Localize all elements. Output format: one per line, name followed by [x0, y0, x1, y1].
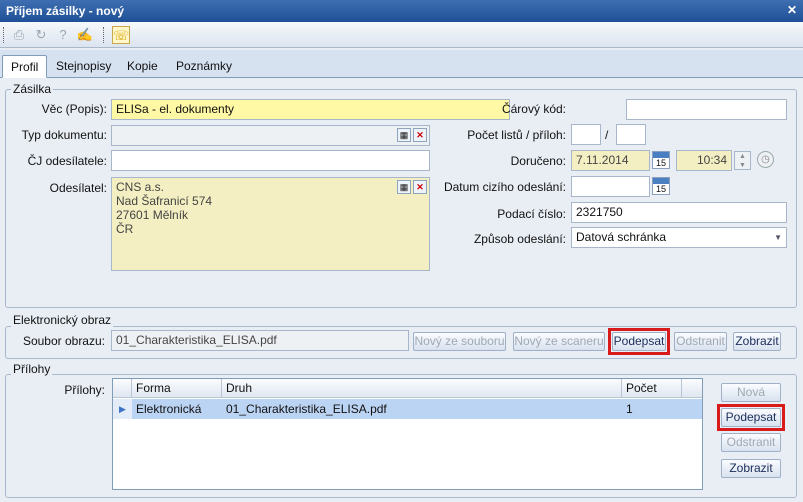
table-picker-icon[interactable]: ▦: [397, 128, 411, 142]
toolbar-separator: [103, 27, 105, 43]
odstranit-prilohu-button[interactable]: Odstranit: [721, 433, 781, 452]
help-icon[interactable]: ?: [54, 26, 72, 44]
datum-ciziho-odeslani-input[interactable]: [571, 176, 650, 197]
zobrazit-obraz-button[interactable]: Zobrazit: [733, 332, 781, 351]
novy-ze-scaneru-button[interactable]: Nový ze scaneru: [513, 332, 605, 351]
column-header-pocet[interactable]: Počet: [622, 379, 682, 398]
soubor-obrazu-input[interactable]: 01_Charakteristika_ELISA.pdf: [111, 330, 409, 351]
elektronicky-obraz-legend: Elektronický obraz: [11, 313, 114, 327]
time-spinner[interactable]: ▲ ▼: [734, 151, 751, 170]
tab-poznamky[interactable]: Poznámky: [168, 55, 240, 78]
odesilatel-box[interactable]: CNS a.s. Nad Šafranicí 574 27601 Mělník …: [111, 177, 430, 271]
toolbar-grip: [3, 27, 5, 43]
odesilatel-label: Odesílatel:: [49, 181, 107, 195]
window-titlebar: Příjem zásilky - nový ✕: [0, 0, 803, 22]
column-header-druh[interactable]: Druh: [222, 379, 622, 398]
odstranit-obraz-button[interactable]: Odstranit: [674, 332, 727, 351]
tab-stejnopisy[interactable]: Stejnopisy: [48, 55, 119, 78]
nova-priloha-button[interactable]: Nová: [721, 383, 781, 402]
doruceno-time-input[interactable]: 10:34: [676, 150, 732, 171]
typ-dokumentu-label: Typ dokumentu:: [21, 128, 107, 142]
carovy-kod-input[interactable]: [626, 99, 787, 120]
pocet-priloh-input[interactable]: [616, 124, 646, 145]
soubor-obrazu-label: Soubor obrazu:: [22, 334, 105, 348]
datum-ciziho-odeslani-label: Datum cizího odeslání:: [443, 180, 566, 194]
doruceno-label: Doručeno:: [510, 154, 566, 168]
cell-forma: Elektronická: [132, 399, 222, 419]
zpusob-odeslani-value: Datová schránka: [576, 230, 667, 244]
podepsat-obraz-button[interactable]: Podepsat: [612, 332, 666, 351]
prilohy-table[interactable]: Forma Druh Počet ▶ Elektronická 01_Chara…: [112, 378, 703, 490]
clock-icon[interactable]: ◷: [757, 151, 774, 168]
zobrazit-prilohu-button[interactable]: Zobrazit: [721, 459, 781, 478]
chevron-down-icon[interactable]: ▼: [774, 230, 782, 245]
odesilatel-line: ČR: [116, 222, 134, 236]
prilohy-legend: Přílohy: [11, 362, 53, 376]
print-icon[interactable]: ⎙: [10, 26, 28, 44]
pocet-listu-label: Počet listů / příloh:: [467, 128, 566, 142]
column-header-forma[interactable]: Forma: [132, 379, 222, 398]
prilohy-label: Přílohy:: [64, 383, 105, 397]
podepsat-prilohu-button[interactable]: Podepsat: [721, 408, 781, 427]
cell-filler: [682, 399, 702, 419]
pocet-separator: /: [605, 128, 609, 142]
clear-icon[interactable]: ✕: [413, 128, 427, 142]
odesilatel-line: CNS a.s.: [116, 180, 165, 194]
vec-label: Věc (Popis):: [41, 102, 107, 116]
novy-ze-souboru-button[interactable]: Nový ze souboru: [413, 332, 506, 351]
odesilatel-line: 27601 Mělník: [116, 208, 189, 222]
doruceno-date-input[interactable]: 7.11.2014: [571, 150, 650, 171]
window-title: Příjem zásilky - nový: [6, 4, 125, 18]
zpusob-odeslani-label: Způsob odeslání:: [473, 232, 566, 246]
column-header-filler: [682, 379, 702, 398]
clear-icon[interactable]: ✕: [413, 180, 427, 194]
calendar-icon[interactable]: 15: [652, 177, 670, 195]
tab-bar: Profil Stejnopisy Kopie Poznámky: [0, 50, 803, 78]
typ-dokumentu-input[interactable]: [111, 125, 430, 146]
table-picker-icon[interactable]: ▦: [397, 180, 411, 194]
post-horn-icon[interactable]: ☏: [112, 26, 130, 44]
odesilatel-line: Nad Šafranicí 574: [116, 194, 213, 208]
tab-kopie[interactable]: Kopie: [119, 55, 166, 78]
podaci-cislo-input[interactable]: 2321750: [571, 202, 787, 223]
sign-icon[interactable]: ✍: [76, 26, 94, 44]
cell-pocet: 1: [622, 399, 682, 419]
cj-odesilatele-input[interactable]: [111, 150, 430, 171]
row-selector-icon[interactable]: ▶: [113, 399, 132, 419]
zpusob-odeslani-select[interactable]: Datová schránka ▼: [571, 227, 787, 248]
cell-druh: 01_Charakteristika_ELISA.pdf: [222, 399, 622, 419]
carovy-kod-label: Čárový kód:: [501, 102, 566, 116]
close-icon[interactable]: ✕: [785, 3, 799, 17]
calendar-icon[interactable]: 15: [652, 151, 670, 169]
tab-profil[interactable]: Profil: [2, 55, 48, 78]
toolbar: ⎙ ↻ ? ✍ ☏: [0, 22, 803, 48]
zasilka-legend: Zásilka: [11, 82, 54, 96]
refresh-icon[interactable]: ↻: [32, 26, 50, 44]
pocet-listu-input[interactable]: [571, 124, 601, 145]
row-header-column: [113, 379, 132, 398]
podaci-cislo-label: Podací číslo:: [497, 207, 566, 221]
cj-odesilatele-label: ČJ odesílatele:: [27, 154, 107, 168]
